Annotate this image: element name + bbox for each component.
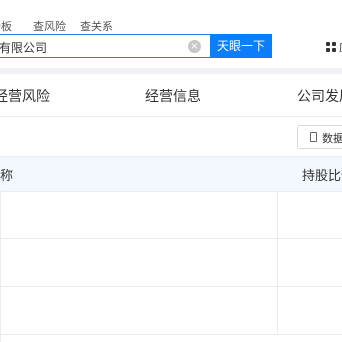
tab-boss[interactable]: 老板 [0,18,12,34]
top-strip [0,0,342,6]
table-left-border [0,190,1,342]
tab-business-info[interactable]: 经营信息 [145,86,201,106]
company-section-tabs: 经营风险 经营信息 公司发展 [0,74,342,117]
apps-grid-icon [326,42,336,52]
clear-icon[interactable]: × [188,40,201,53]
export-data-label: 数据 [322,132,342,145]
tab-relation[interactable]: 查关系 [80,18,113,34]
tab-company-development[interactable]: 公司发展 [297,86,342,106]
column-header-share-ratio: 持股比例 [302,169,342,184]
table-row[interactable] [0,191,342,239]
search-bar: 有限公司 × 天眼一下 应 [0,34,342,60]
export-data-button[interactable]: 数据 [297,125,342,149]
column-divider [277,239,278,286]
column-divider [277,191,278,238]
column-header-name: 称 [0,169,14,184]
tab-risk[interactable]: 查风险 [33,18,66,34]
table-row[interactable] [0,287,342,335]
apps-button[interactable]: 应 [322,39,342,55]
search-input-value: 有限公司 [0,41,48,55]
table-header: 称 持股比例 [0,156,342,192]
table-row[interactable] [0,239,342,287]
tab-business-risk[interactable]: 经营风险 [0,86,50,106]
document-icon [310,132,317,142]
search-input[interactable]: 有限公司 × [0,34,210,58]
search-button[interactable]: 天眼一下 [210,34,272,58]
column-divider [277,287,278,334]
